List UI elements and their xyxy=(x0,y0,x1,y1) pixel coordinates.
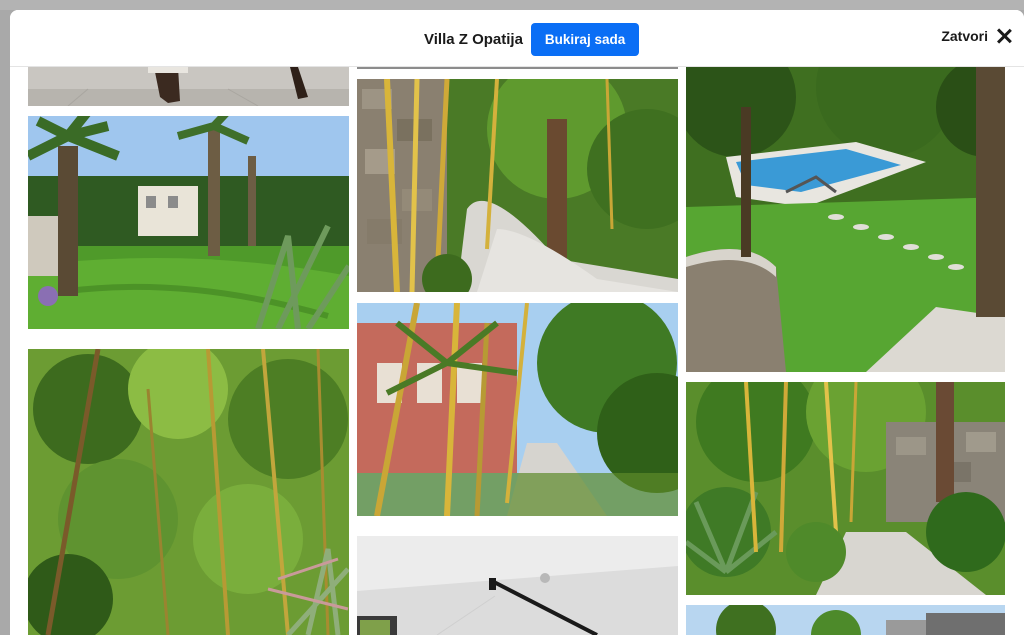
photo-garden-lawn-palms[interactable] xyxy=(28,116,349,329)
gallery-modal: Villa Z Opatija Bukiraj sada Zatvori xyxy=(10,10,1024,635)
close-icon[interactable] xyxy=(996,28,1012,44)
villa-title: Villa Z Opatija xyxy=(424,31,523,48)
close-label: Zatvori xyxy=(941,28,988,44)
page-backdrop xyxy=(0,0,1024,10)
photo-bamboo-garden-wall[interactable] xyxy=(686,382,1005,595)
photo-path-top[interactable] xyxy=(357,67,678,69)
photo-bamboo-stone-wall-path[interactable] xyxy=(357,79,678,292)
photo-interior-ceiling[interactable] xyxy=(357,536,678,635)
photo-terrace-top[interactable] xyxy=(28,67,349,106)
photo-pool-lawn[interactable] xyxy=(686,67,1005,372)
close-button[interactable]: Zatvori xyxy=(941,28,1012,44)
photo-bamboo-thicket[interactable] xyxy=(28,349,349,635)
title-group: Villa Z Opatija Bukiraj sada xyxy=(424,23,640,56)
photo-trees-bottom[interactable] xyxy=(686,605,1005,635)
photo-bamboo-villa-path[interactable] xyxy=(357,303,678,516)
modal-header: Villa Z Opatija Bukiraj sada Zatvori xyxy=(10,10,1024,67)
book-now-button[interactable]: Bukiraj sada xyxy=(530,23,640,56)
photo-gallery xyxy=(10,67,1024,635)
